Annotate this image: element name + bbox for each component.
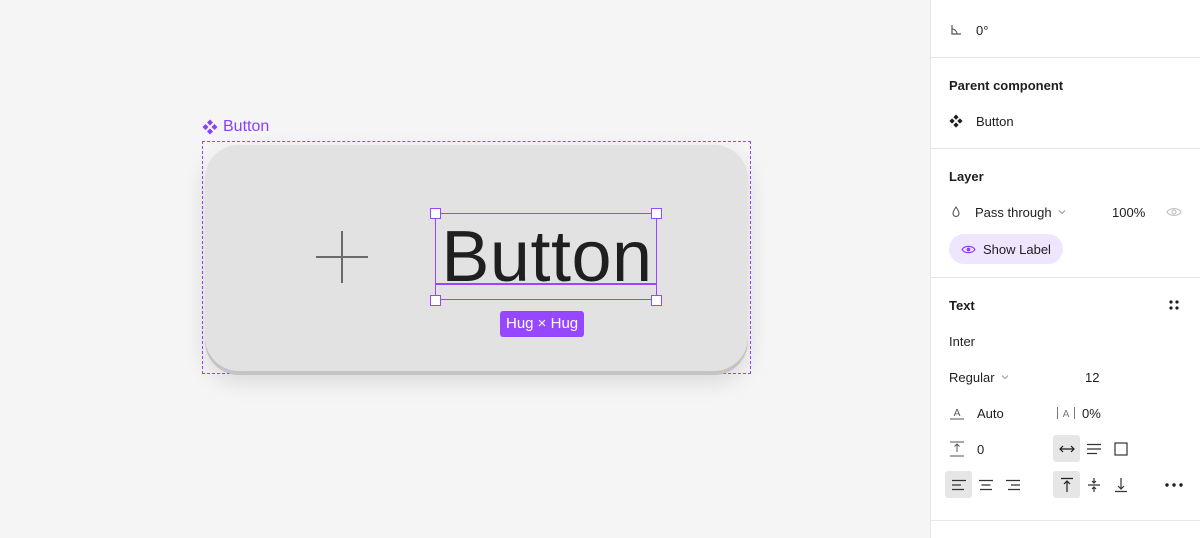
- font-size-value: 12: [1085, 369, 1100, 385]
- parent-component-title: Parent component: [949, 77, 1064, 93]
- resize-handle-top-left[interactable]: [430, 208, 441, 219]
- font-family-value: Inter: [949, 333, 976, 349]
- eye-icon[interactable]: [1166, 206, 1182, 218]
- align-center-icon: [978, 479, 993, 490]
- opacity-field[interactable]: 100%: [1112, 204, 1145, 220]
- align-middle-icon: [1087, 477, 1100, 492]
- show-label-button[interactable]: Show Label: [949, 234, 1063, 264]
- font-size-field[interactable]: 12: [1085, 369, 1099, 385]
- opacity-value: 100%: [1112, 204, 1146, 220]
- line-height-field[interactable]: A Auto: [949, 405, 1004, 421]
- rotation-row: 0°: [949, 22, 988, 38]
- selection-box[interactable]: [435, 213, 657, 300]
- blend-mode-dropdown[interactable]: Pass through: [949, 204, 1066, 220]
- angle-icon: [951, 25, 961, 35]
- divider: [931, 277, 1200, 278]
- svg-text:A: A: [954, 408, 961, 419]
- svg-text:A: A: [1063, 409, 1070, 420]
- show-label-text: Show Label: [983, 241, 1051, 257]
- text-section-title: Text: [949, 297, 975, 313]
- resize-handle-top-right[interactable]: [651, 208, 662, 219]
- plus-icon[interactable]: [316, 231, 368, 283]
- paragraph-spacing-value: 0: [977, 441, 985, 457]
- text-baseline: [435, 283, 657, 285]
- chevron-down-icon: [1058, 210, 1065, 215]
- align-left-button[interactable]: [945, 471, 972, 498]
- align-top-icon: [1060, 477, 1073, 492]
- letter-spacing-value: 0%: [1082, 405, 1101, 421]
- paragraph-spacing-icon: [950, 441, 964, 457]
- font-style-dropdown[interactable]: Regular: [949, 369, 1009, 385]
- align-middle-button[interactable]: [1080, 471, 1107, 498]
- align-left-icon: [951, 479, 966, 490]
- more-icon: [1164, 482, 1183, 487]
- align-right-icon: [1005, 479, 1020, 490]
- divider: [931, 148, 1200, 149]
- line-height-icon: A: [950, 408, 964, 420]
- drop-icon: [952, 206, 960, 217]
- parent-component-link[interactable]: Button: [949, 113, 1014, 129]
- auto-height-icon: [1086, 443, 1101, 454]
- eye-icon: [961, 245, 976, 253]
- blend-mode-value: Pass through: [975, 204, 1052, 220]
- fixed-size-icon: [1113, 441, 1128, 456]
- rotation-value[interactable]: 0°: [976, 23, 988, 38]
- letter-spacing-field[interactable]: A 0%: [1056, 405, 1101, 421]
- component-label-text: Button: [223, 118, 270, 135]
- auto-height-button[interactable]: [1080, 435, 1107, 462]
- horizontal-resize-icon: [1058, 445, 1075, 452]
- size-indicator: Hug × Hug: [500, 311, 585, 337]
- divider: [931, 57, 1200, 58]
- component-label[interactable]: Button: [202, 118, 269, 136]
- letter-spacing-icon: A: [1057, 407, 1075, 420]
- auto-width-button[interactable]: [1053, 435, 1080, 462]
- paragraph-spacing-field[interactable]: 0: [949, 441, 984, 457]
- align-center-button[interactable]: [972, 471, 999, 498]
- properties-panel: 0° Parent component Button Layer Pass th…: [930, 0, 1200, 538]
- fixed-size-button[interactable]: [1107, 435, 1134, 462]
- layer-title: Layer: [949, 168, 984, 184]
- more-options-button[interactable]: [1160, 471, 1187, 498]
- align-top-button[interactable]: [1053, 471, 1080, 498]
- font-family-dropdown[interactable]: Inter: [949, 333, 975, 349]
- align-bottom-icon: [1114, 477, 1127, 492]
- component-icon: [949, 114, 963, 128]
- font-style-value: Regular: [949, 369, 995, 385]
- text-styles-icon[interactable]: [1168, 299, 1180, 311]
- resize-handle-bottom-left[interactable]: [430, 295, 441, 306]
- divider: [931, 520, 1200, 521]
- align-right-button[interactable]: [999, 471, 1026, 498]
- parent-component-name: Button: [976, 113, 1014, 129]
- line-height-value: Auto: [977, 405, 1004, 421]
- resize-handle-bottom-right[interactable]: [651, 295, 662, 306]
- design-canvas[interactable]: Button Button Hug × Hug: [0, 0, 930, 538]
- component-icon: [202, 119, 218, 135]
- chevron-down-icon: [1001, 375, 1008, 380]
- align-bottom-button[interactable]: [1107, 471, 1134, 498]
